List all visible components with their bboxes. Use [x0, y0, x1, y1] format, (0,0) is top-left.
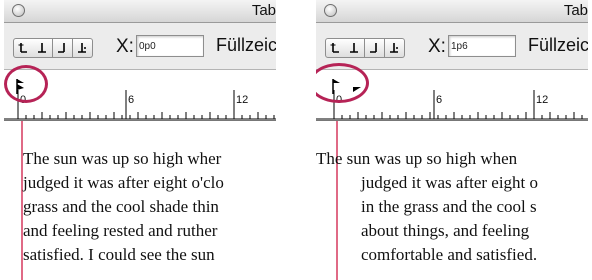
right-justified-tab-icon: [58, 43, 65, 53]
left-justified-tab-button[interactable]: [325, 38, 346, 58]
tabs-panel-before: Tab X: 0p0 Füllzeic 0 6 12 The sun was u…: [4, 0, 276, 280]
center-justified-tab-icon: [38, 43, 46, 53]
center-justified-tab-icon: [350, 43, 358, 53]
tabs-panel-after: Tab X: 1p6 Füllzeic 0 6 12 The sun was u…: [316, 0, 588, 280]
center-justified-tab-button[interactable]: [33, 38, 53, 58]
text-line: judged it was after eight o'clo: [23, 173, 224, 192]
text-frame[interactable]: The sun was up so high wher judged it wa…: [4, 121, 276, 280]
paragraph-text: The sun was up so high wher judged it wa…: [23, 147, 224, 267]
text-line: in the grass and the cool s: [361, 197, 537, 216]
ruler-label-6: 6: [128, 94, 135, 106]
ruler-label-12: 12: [536, 94, 549, 106]
text-line: comfortable and satisfied.: [361, 245, 538, 264]
panel-title: Tab: [251, 2, 276, 19]
leader-label: Füllzeic: [528, 35, 588, 55]
title-bar: Tab: [316, 0, 588, 23]
leader-label: Füllzeic: [216, 35, 276, 55]
right-justified-tab-icon: [370, 43, 377, 53]
text-line: grass and the cool shade thin: [23, 197, 219, 216]
text-frame[interactable]: The sun was up so high when judged it wa…: [316, 121, 588, 280]
center-justified-tab-button[interactable]: [345, 38, 365, 58]
close-icon[interactable]: [12, 4, 25, 17]
text-line: satisfied. I could see the sun: [23, 245, 215, 264]
right-justified-tab-button[interactable]: [53, 38, 73, 58]
right-justified-tab-button[interactable]: [365, 38, 385, 58]
panel-title: Tab: [563, 2, 588, 19]
left-justified-tab-icon: [18, 43, 27, 53]
align-to-decimal-tab-icon: [78, 43, 86, 53]
indent-highlight-circle: [4, 65, 48, 103]
text-line: about things, and feeling: [361, 221, 530, 240]
x-position-field[interactable]: 0p0: [136, 35, 204, 57]
align-to-decimal-tab-button[interactable]: [385, 38, 405, 58]
x-position-field[interactable]: 1p6: [448, 35, 516, 57]
ruler-label-6: 6: [436, 94, 443, 106]
tab-controls: X: 1p6 Füllzeic: [316, 23, 588, 70]
paragraph-text: The sun was up so high when judged it wa…: [316, 147, 538, 267]
ruler-label-12: 12: [236, 94, 249, 106]
close-icon[interactable]: [324, 4, 337, 17]
left-justified-tab-icon: [330, 43, 339, 53]
x-label: X:: [428, 36, 446, 57]
align-to-decimal-tab-icon: [390, 43, 398, 53]
left-justified-tab-button[interactable]: [13, 38, 34, 58]
text-line: judged it was after eight o: [361, 173, 539, 192]
align-to-decimal-tab-button[interactable]: [73, 38, 93, 58]
title-bar: Tab: [4, 0, 276, 23]
text-line: The sun was up so high when: [316, 149, 518, 168]
x-label: X:: [116, 36, 134, 57]
text-line: and feeling rested and ruther: [23, 221, 218, 240]
text-line: The sun was up so high wher: [23, 149, 222, 168]
tab-controls: X: 0p0 Füllzeic: [4, 23, 276, 70]
